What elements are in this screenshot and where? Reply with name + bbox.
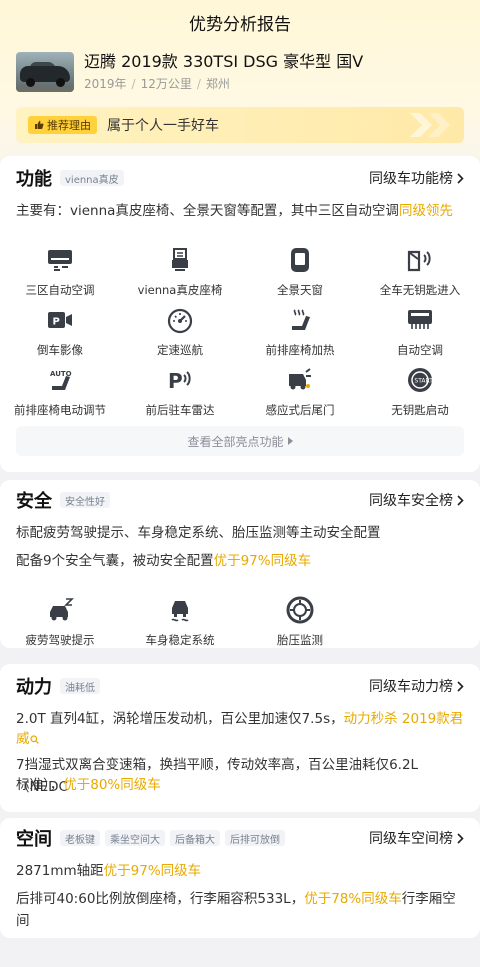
- car-summary[interactable]: 迈腾 2019款 330TSI DSG 豪华型 国V 2019年/12万公里 / 郑…: [16, 52, 464, 96]
- feature-item[interactable]: 自动空调: [360, 306, 480, 358]
- power-line-1: 2.0T 直列4缸，涡轮增压发动机，百公里加速仅7.5s，动力秒杀 2019款君: [16, 711, 464, 727]
- power-seat-icon: AUTO: [50, 370, 72, 390]
- svg-text:P: P: [168, 369, 183, 393]
- power-line-1b: 威: [16, 728, 468, 750]
- feature-item[interactable]: 疲劳驾驶提示: [0, 596, 120, 648]
- feature-item[interactable]: 感应式后尾门: [240, 366, 360, 418]
- power-title: 动力: [16, 677, 52, 698]
- chevron-right-icon: [457, 832, 464, 844]
- auto-ac-icon: [408, 310, 432, 329]
- stability-control-icon: [171, 601, 189, 622]
- car-year: 2019年: [84, 77, 127, 91]
- triangle-right-icon: [287, 437, 293, 445]
- feature-item[interactable]: 三区自动空调: [0, 246, 120, 298]
- parking-radar-icon: P: [168, 369, 191, 393]
- car-info: 迈腾 2019款 330TSI DSG 豪华型 国V 2019年/12万公里 / 郑…: [84, 52, 363, 92]
- safety-title: 安全: [16, 491, 52, 512]
- feature-item[interactable]: 车身稳定系统: [120, 596, 240, 648]
- car-title: 迈腾 2019款 330TSI DSG 豪华型 国V: [84, 52, 364, 71]
- car-city: 郑州: [205, 77, 230, 91]
- recommend-badge: 推荐理由: [28, 116, 97, 134]
- space-line-2: 后排可40:60比例放倒座椅，行李厢容积533L，优于78%同级车行李厢空间: [16, 891, 456, 929]
- space-tag: 后排可放倒: [225, 830, 285, 846]
- feature-item[interactable]: AUTO 前排座椅电动调节: [0, 366, 120, 418]
- feature-item[interactable]: 前排座椅加热: [240, 306, 360, 358]
- space-title: 空间: [16, 829, 52, 850]
- search-icon[interactable]: [29, 734, 39, 744]
- safety-card: 安全 安全性好 同级车安全榜 标配疲劳驾驶提示、车身稳定系统、胎压监测等主动安全…: [0, 480, 480, 648]
- space-tag: 老板键: [60, 830, 100, 846]
- function-rank-link[interactable]: 同级车功能榜: [369, 168, 464, 188]
- thumbs-up-icon: [35, 120, 44, 129]
- car-mileage: 12万公里: [140, 77, 192, 91]
- feature-item[interactable]: 全景天窗: [240, 246, 360, 298]
- space-line-1: 2871mm轴距优于97%同级车: [16, 863, 202, 879]
- keyless-entry-icon: [407, 250, 431, 272]
- page-title: 优势分析报告: [189, 14, 291, 35]
- car-thumbnail[interactable]: [16, 52, 74, 92]
- fatigue-warning-icon: [50, 598, 74, 621]
- power-card: 动力 油耗低 同级车动力榜 2.0T 直列4缸，涡轮增压发动机，百公里加速仅7.…: [0, 664, 480, 812]
- function-card: 功能 vienna真皮 同级车功能榜 主要有：vienna真皮座椅、全景天窗等配…: [0, 156, 480, 472]
- chevron-decor-icon: [410, 113, 450, 137]
- tire-pressure-icon: [286, 596, 314, 624]
- compare-link[interactable]: 动力秒杀 2019款君: [344, 711, 464, 727]
- safety-tag: 安全性好: [60, 492, 110, 508]
- safety-rank-link[interactable]: 同级车安全榜: [369, 490, 464, 510]
- function-tag: vienna真皮: [60, 170, 124, 186]
- keyless-start-icon: START: [408, 368, 433, 392]
- car-meta: 2019年/12万公里 / 郑州: [84, 77, 230, 91]
- chevron-right-icon: [457, 494, 464, 506]
- recommend-text: 属于个人一手好车: [107, 118, 219, 134]
- chevron-right-icon: [457, 680, 464, 692]
- feature-item[interactable]: 全车无钥匙进入: [360, 246, 480, 298]
- feature-item[interactable]: vienna真皮座椅: [120, 246, 240, 298]
- feature-item[interactable]: P 倒车影像: [0, 306, 120, 358]
- safety-line-1: 标配疲劳驾驶提示、车身稳定系统、胎压监测等主动安全配置: [16, 525, 381, 541]
- space-rank-link[interactable]: 同级车空间榜: [369, 828, 464, 848]
- feature-item[interactable]: P 前后驻车雷达: [120, 366, 240, 418]
- svg-text:START: START: [414, 378, 433, 385]
- cruise-control-icon: [167, 308, 193, 334]
- seat-heating-icon: [292, 309, 310, 330]
- reverse-camera-icon: P: [48, 312, 72, 328]
- function-desc: 主要有：vienna真皮座椅、全景天窗等配置，其中三区自动空调同级领先: [16, 203, 453, 219]
- recommend-reason-banner: 推荐理由 属于个人一手好车: [16, 107, 464, 143]
- svg-text:AUTO: AUTO: [50, 370, 72, 378]
- power-line-3: 标准），优于80%同级车: [16, 777, 161, 793]
- nav-bar: 优势分析报告: [0, 0, 480, 44]
- leather-seat-icon: [172, 248, 188, 271]
- view-all-features-button[interactable]: 查看全部亮点功能: [16, 426, 464, 456]
- svg-text:P: P: [53, 317, 60, 328]
- chevron-right-icon: [457, 172, 464, 184]
- space-tag: 乘坐空间大: [105, 830, 165, 846]
- sunroof-icon: [291, 248, 309, 272]
- function-title: 功能: [16, 169, 52, 190]
- sensor-tailgate-icon: [289, 368, 311, 390]
- ac-unit-icon: [48, 250, 72, 271]
- feature-item[interactable]: 胎压监测: [240, 596, 360, 648]
- power-tag: 油耗低: [60, 678, 100, 694]
- feature-item[interactable]: 定速巡航: [120, 306, 240, 358]
- space-card: 空间 老板键 乘坐空间大 后备箱大 后排可放倒 同级车空间榜 2871mm轴距优…: [0, 818, 480, 938]
- power-rank-link[interactable]: 同级车动力榜: [369, 676, 464, 696]
- space-tag: 后备箱大: [170, 830, 220, 846]
- feature-item[interactable]: START 无钥匙启动: [360, 366, 480, 418]
- safety-line-2: 配备9个安全气囊，被动安全配置优于97%同级车: [16, 553, 312, 569]
